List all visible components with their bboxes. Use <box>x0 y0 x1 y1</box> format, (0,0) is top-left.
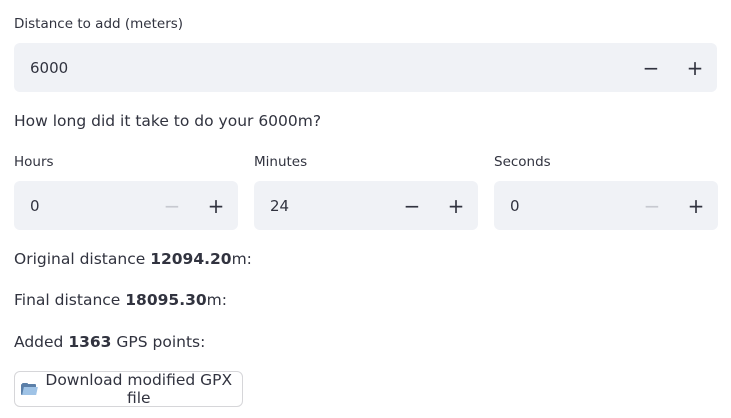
minutes-increment-button[interactable]: + <box>434 181 478 230</box>
distance-label: Distance to add (meters) <box>14 16 184 32</box>
seconds-number-input: − + <box>494 181 718 230</box>
final-distance-prefix: Final distance <box>14 291 126 309</box>
download-gpx-button[interactable]: Download modified GPX file <box>14 371 243 407</box>
seconds-input[interactable] <box>494 196 630 215</box>
minutes-label: Minutes <box>254 154 308 170</box>
minutes-input[interactable] <box>254 196 390 215</box>
minutes-number-input: − + <box>254 181 478 230</box>
minutes-decrement-button[interactable]: − <box>390 181 434 230</box>
final-distance-suffix: m: <box>206 291 227 309</box>
original-distance-value: 12094.20 <box>150 250 232 268</box>
added-points-text: Added 1363 GPS points: <box>14 333 205 351</box>
distance-decrement-button[interactable]: − <box>629 43 673 92</box>
hours-number-input: − + <box>14 181 238 230</box>
folder-icon <box>21 383 38 395</box>
distance-number-input: − + <box>14 43 717 92</box>
hours-label: Hours <box>14 154 54 170</box>
hours-increment-button[interactable]: + <box>194 181 238 230</box>
original-distance-suffix: m: <box>231 250 252 268</box>
time-question: How long did it take to do your 6000m? <box>14 112 322 130</box>
hours-decrement-button[interactable]: − <box>150 181 194 230</box>
seconds-label: Seconds <box>494 154 551 170</box>
added-points-suffix: GPS points: <box>111 333 206 351</box>
distance-input[interactable] <box>14 58 629 77</box>
final-distance-text: Final distance 18095.30m: <box>14 291 227 309</box>
seconds-decrement-button[interactable]: − <box>630 181 674 230</box>
final-distance-value: 18095.30 <box>125 291 207 309</box>
download-gpx-label: Download modified GPX file <box>45 371 233 407</box>
distance-increment-button[interactable]: + <box>673 43 717 92</box>
added-points-prefix: Added <box>14 333 69 351</box>
original-distance-text: Original distance 12094.20m: <box>14 250 252 268</box>
seconds-increment-button[interactable]: + <box>674 181 718 230</box>
hours-input[interactable] <box>14 196 150 215</box>
original-distance-prefix: Original distance <box>14 250 151 268</box>
added-points-value: 1363 <box>68 333 112 351</box>
